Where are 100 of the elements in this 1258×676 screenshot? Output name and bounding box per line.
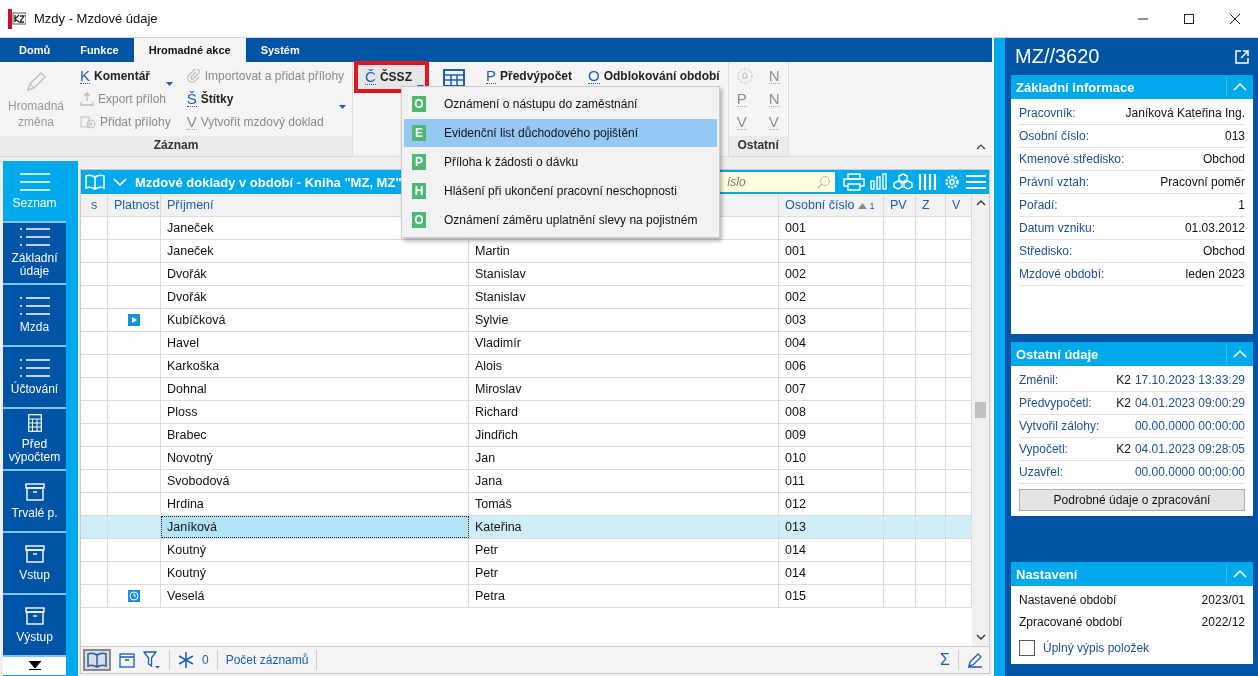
column-header[interactable]: Osobní číslo 1 — [779, 194, 884, 217]
bar-chart-icon[interactable] — [870, 173, 888, 191]
table-cell: Svobodová — [161, 470, 469, 492]
nav-item[interactable]: Před výpočtem — [3, 409, 66, 471]
box-icon[interactable] — [119, 652, 135, 668]
field-label: Osobní číslo: — [1019, 129, 1090, 143]
field-label: Vytvořil zálohy: — [1019, 419, 1100, 433]
list-icon — [19, 172, 50, 191]
table-cell: 003 — [779, 309, 884, 331]
column-header[interactable]: Z — [916, 194, 946, 217]
field-value: 013 — [1224, 129, 1245, 143]
table-cell: Koutný — [161, 562, 469, 584]
table-cell: Ploss — [161, 401, 469, 423]
field-label: Datum vzniku: — [1019, 221, 1096, 235]
field-label: Středisko: — [1019, 244, 1073, 258]
table-cell: 014 — [779, 562, 884, 584]
list-icon — [19, 296, 50, 315]
table-cell: Alois — [469, 355, 779, 377]
group-label: Záznam — [0, 136, 353, 156]
table-cell: Dvořák — [161, 263, 469, 285]
table-cell: 004 — [779, 332, 884, 354]
ribbon-tab[interactable]: Systém — [245, 38, 315, 62]
scroll-down-icon[interactable] — [975, 634, 986, 640]
ribbon-button[interactable]: Š Štítky — [182, 87, 349, 110]
record-count-link[interactable]: Počet záznamů — [225, 653, 309, 667]
maximize-icon[interactable] — [1183, 12, 1195, 25]
clock-icon — [128, 590, 140, 602]
ribbon-button[interactable]: Č ČSSZ — [357, 64, 426, 90]
table-cell: Karkoška — [161, 355, 469, 377]
cubes-icon[interactable] — [893, 173, 913, 191]
book-icon[interactable] — [85, 174, 105, 190]
printer-icon[interactable] — [843, 173, 865, 191]
ribbon-tab[interactable]: Funkce — [65, 38, 134, 62]
table-cell: 010 — [779, 447, 884, 469]
chevron-down-icon[interactable] — [113, 178, 127, 186]
table-cell: Novotný — [161, 447, 469, 469]
table-cell: 001 — [779, 240, 884, 262]
attachment-icon — [80, 114, 96, 129]
details-button[interactable]: Podrobné údaje o zpracování — [1019, 489, 1245, 511]
external-link-icon[interactable] — [1235, 49, 1249, 64]
table-cell: Jana — [469, 470, 779, 492]
table-cell: Martin — [469, 240, 779, 262]
menu-item[interactable]: O Oznámení o nástupu do zaměstnání — [404, 90, 717, 118]
table-cell: 002 — [779, 263, 884, 285]
table-cell: Jindřich — [469, 424, 779, 446]
field-value: K2 04.01.2023 09:28:05 — [1116, 442, 1245, 456]
nav-item[interactable]: Výstup — [3, 595, 66, 657]
collapse-ribbon-icon[interactable] — [976, 144, 986, 150]
field-value: K2 04.01.2023 09:00:29 — [1116, 396, 1245, 410]
book-button[interactable] — [83, 649, 111, 671]
export-icon — [80, 91, 94, 106]
table-cell: 006 — [779, 355, 884, 377]
field-value: Pracovní poměr — [1160, 175, 1245, 189]
table-cell: Kateřina — [469, 516, 779, 538]
filter-icon[interactable] — [143, 651, 161, 669]
table-cell: Veselá — [161, 585, 469, 607]
pencil-icon[interactable] — [967, 652, 983, 668]
settings-icon[interactable] — [943, 173, 961, 191]
scroll-up-icon[interactable] — [975, 200, 986, 206]
checkbox-label[interactable]: Úplný výpis položek — [1043, 641, 1150, 655]
table-cell: Sylvie — [469, 309, 779, 331]
table-cell: Hrdina — [161, 493, 469, 515]
grid-title: Mzdové doklady v období - Kniha "MZ, MZ" — [135, 174, 402, 190]
list-icon — [19, 228, 50, 246]
menu-item[interactable]: E Evidenční list důchodového pojištění — [404, 119, 717, 147]
snowflake-icon[interactable] — [178, 652, 194, 668]
pencil-icon — [24, 70, 48, 94]
ribbon-tab[interactable]: Hromadné akce — [133, 38, 246, 62]
column-header[interactable]: PV — [884, 194, 916, 217]
field-value: 01.03.2012 — [1184, 221, 1245, 235]
menu-icon[interactable] — [966, 174, 986, 190]
search-icon — [817, 175, 831, 189]
field-value: K2 17.10.2023 13:33:29 — [1116, 373, 1245, 387]
columns-icon[interactable] — [918, 173, 938, 191]
sum-button[interactable]: Σ — [940, 651, 950, 669]
nav-item[interactable]: Základní údaje — [3, 223, 66, 285]
column-header[interactable]: s — [81, 194, 108, 217]
ribbon-tab[interactable]: Domů — [4, 38, 66, 62]
table-cell: 001 — [779, 217, 884, 239]
table-cell: 015 — [779, 585, 884, 607]
calculator-icon — [27, 414, 42, 432]
ribbon-button[interactable]: K Komentář — [76, 64, 175, 87]
checkbox[interactable] — [1019, 640, 1035, 656]
field-label: Zpracované období — [1019, 615, 1123, 629]
close-icon[interactable] — [1229, 12, 1241, 25]
table-cell: Richard — [469, 401, 779, 423]
caret-down-icon[interactable] — [28, 661, 41, 671]
field-label: Mzdové období: — [1019, 267, 1105, 281]
nav-item[interactable]: Trvalé p. — [3, 471, 66, 533]
table-cell: 007 — [779, 378, 884, 400]
column-header[interactable]: Platnost — [108, 194, 161, 217]
scrollbar[interactable] — [972, 194, 989, 646]
scroll-down-button[interactable] — [3, 657, 66, 675]
nav-item[interactable]: Mzda — [3, 285, 66, 347]
frozen-count: 0 — [202, 653, 209, 667]
nav-item[interactable]: Účtování — [3, 347, 66, 409]
nav-item[interactable]: Vstup — [3, 533, 66, 595]
record-title: MZ//3620 — [1015, 45, 1100, 68]
table-cell: Janíková — [161, 516, 469, 538]
scrollbar-thumb[interactable] — [975, 402, 986, 418]
